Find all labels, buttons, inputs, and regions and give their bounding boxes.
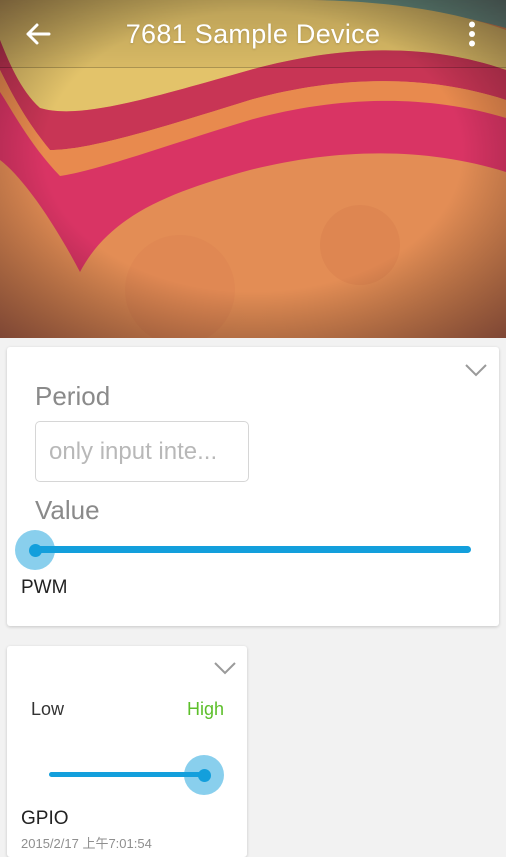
pwm-slider-dot	[28, 543, 42, 557]
gpio-collapse-button[interactable]	[211, 659, 239, 677]
pwm-card: Period Value PWM	[7, 347, 499, 626]
gpio-card-name: GPIO	[21, 808, 69, 829]
period-label: Period	[35, 381, 111, 411]
pwm-slider-thumb[interactable]	[15, 530, 55, 570]
header-image: 7681 Sample Device	[0, 0, 506, 338]
gpio-card: Low High GPIO 2015/2/17 上午7:01:54	[7, 646, 247, 857]
page-title: 7681 Sample Device	[125, 19, 381, 49]
pwm-collapse-button[interactable]	[462, 361, 490, 379]
gpio-switch-dot	[197, 768, 211, 782]
pwm-card-name: PWM	[21, 577, 68, 598]
chevron-down-icon	[465, 364, 487, 377]
app-bar: 7681 Sample Device	[0, 0, 506, 68]
gpio-switch-track[interactable]	[49, 772, 201, 777]
more-vertical-icon	[469, 21, 475, 47]
gpio-timestamp: 2015/2/17 上午7:01:54	[21, 836, 152, 851]
gpio-high-label: High	[186, 699, 224, 719]
gpio-switch-thumb[interactable]	[184, 755, 224, 795]
overflow-menu-button[interactable]	[460, 14, 484, 54]
period-input[interactable]	[35, 421, 249, 482]
chevron-down-icon	[214, 662, 236, 675]
pwm-slider-track[interactable]	[32, 546, 471, 553]
value-label: Value	[35, 495, 100, 525]
gpio-low-label: Low	[31, 699, 65, 719]
